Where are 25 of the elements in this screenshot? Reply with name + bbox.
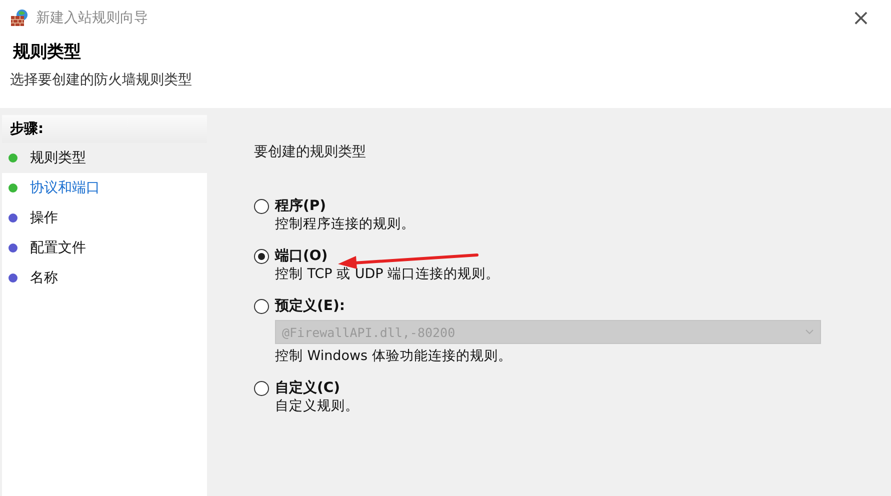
step-item[interactable]: 协议和端口 [2, 173, 207, 203]
radio-button[interactable] [254, 298, 269, 314]
close-button[interactable]: × [841, 6, 881, 30]
option-label[interactable]: 自定义(C) [275, 379, 340, 397]
radio-button[interactable] [254, 198, 269, 214]
option-label[interactable]: 程序(P) [275, 197, 326, 215]
step-item[interactable]: 配置文件 [2, 233, 207, 263]
option-description: 自定义规则。 [274, 397, 360, 415]
option-label[interactable]: 预定义(E): [275, 297, 345, 315]
option-description: 控制 TCP 或 UDP 端口连接的规则。 [274, 265, 501, 283]
section-prompt: 要创建的规则类型 [254, 143, 367, 161]
page-subtitle: 选择要创建的防火墙规则类型 [10, 71, 193, 89]
radio-button[interactable] [254, 380, 269, 396]
option-description: 控制 Windows 体验功能连接的规则。 [274, 347, 513, 365]
steps-heading: 步骤: [2, 115, 207, 143]
step-item[interactable]: 名称 [2, 263, 207, 293]
firewall-icon [10, 9, 30, 27]
option-description: 控制程序连接的规则。 [274, 215, 416, 233]
step-item[interactable]: 规则类型 [2, 143, 207, 173]
step-item[interactable]: 操作 [2, 203, 207, 233]
chevron-down-icon [805, 329, 814, 335]
radio-button[interactable] [254, 248, 269, 264]
window-title: 新建入站规则向导 [36, 9, 149, 27]
page-title: 规则类型 [12, 41, 82, 63]
option-label[interactable]: 端口(O) [275, 247, 328, 265]
